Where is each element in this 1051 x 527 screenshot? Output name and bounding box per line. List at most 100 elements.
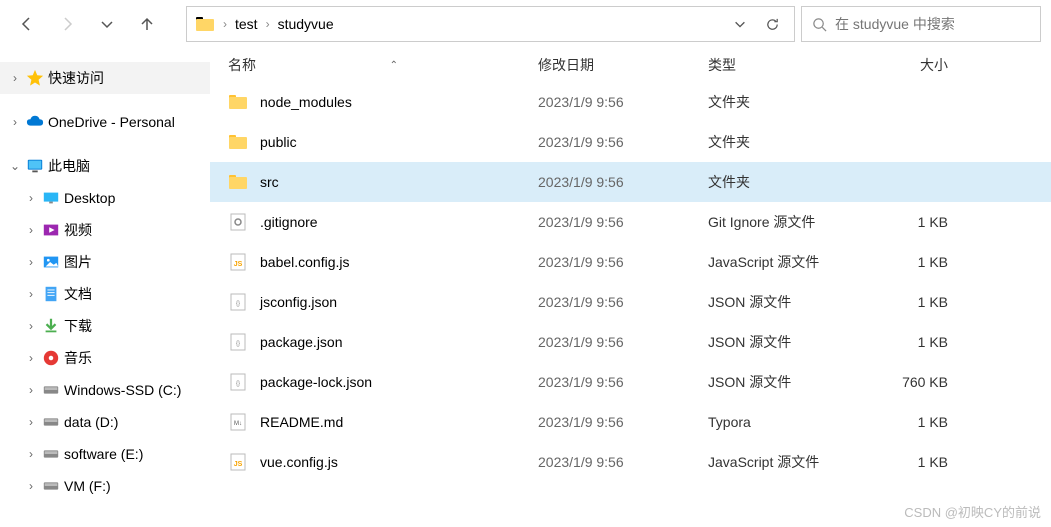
chevron-right-icon: › [24,415,38,429]
col-type[interactable]: 类型 [708,55,868,75]
chevron-right-icon: › [24,319,38,333]
file-type: JSON 源文件 [708,372,868,392]
chevron-right-icon: › [24,255,38,269]
search-box[interactable] [801,6,1041,42]
file-name: public [260,134,297,150]
chevron-right-icon: › [24,223,38,237]
file-date: 2023/1/9 9:56 [538,214,708,230]
search-icon [812,17,827,32]
forward-button[interactable] [50,7,84,41]
tree-label: data (D:) [64,414,118,430]
file-type: JavaScript 源文件 [708,452,868,472]
pictures-icon [42,253,60,271]
toolbar: › test › studyvue [0,0,1051,48]
md-icon: M↓ [228,412,248,432]
chevron-right-icon: › [8,115,22,129]
documents[interactable]: › 文档 [0,278,210,310]
file-date: 2023/1/9 9:56 [538,134,708,150]
file-list: 名称 ⌃ 修改日期 类型 大小 node_modules 2023/1/9 9:56… [210,48,1051,527]
chevron-right-icon: › [24,447,38,461]
breadcrumb-item[interactable]: studyvue [278,16,334,32]
svg-text:JS: JS [234,461,243,468]
file-date: 2023/1/9 9:56 [538,174,708,190]
file-row[interactable]: {} package-lock.json 2023/1/9 9:56JSON 源文件… [210,362,1051,402]
file-row[interactable]: node_modules 2023/1/9 9:56文件夹 [210,82,1051,122]
file-name: README.md [260,414,343,430]
monitor-icon [26,157,44,175]
file-type: 文件夹 [708,132,868,152]
drive-d[interactable]: › data (D:) [0,406,210,438]
recent-dropdown[interactable] [90,7,124,41]
music[interactable]: › 音乐 [0,342,210,374]
file-size: 1 KB [868,214,948,230]
file-date: 2023/1/9 9:56 [538,454,708,470]
js-icon: JS [228,252,248,272]
sort-caret-icon: ⌃ [390,60,398,71]
up-button[interactable] [130,7,164,41]
file-name: node_modules [260,94,352,110]
col-size[interactable]: 大小 [868,55,948,75]
drive-e[interactable]: › software (E:) [0,438,210,470]
file-date: 2023/1/9 9:56 [538,374,708,390]
file-row[interactable]: JSvue.config.js2023/1/9 9:56JavaScript 源… [210,442,1051,482]
file-row[interactable]: {}package.json2023/1/9 9:56JSON 源文件1 KB [210,322,1051,362]
breadcrumb-item[interactable]: test [235,16,258,32]
chevron-right-icon: › [223,17,227,31]
address-dropdown[interactable] [726,10,754,38]
drive-f[interactable]: › VM (F:) [0,470,210,502]
download-icon [42,317,60,335]
svg-text:{}: {} [236,381,240,387]
this-pc[interactable]: ⌄ 此电脑 [0,150,210,182]
file-name: babel.config.js [260,254,350,270]
drive-icon [42,445,60,463]
col-name[interactable]: 名称 [228,55,256,75]
nav-tree: › 快速访问 › OneDrive - Personal ⌄ 此电脑 › Des… [0,48,210,527]
quick-access[interactable]: › 快速访问 [0,62,210,94]
file-row[interactable]: JSbabel.config.js2023/1/9 9:56JavaScript… [210,242,1051,282]
tree-label: Desktop [64,190,115,206]
file-row[interactable]: {}jsconfig.json2023/1/9 9:56JSON 源文件1 KB [210,282,1051,322]
col-date[interactable]: 修改日期 [538,55,708,75]
documents-icon [42,285,60,303]
cloud-icon [26,113,44,131]
star-icon [26,69,44,87]
svg-text:JS: JS [234,261,243,268]
video-icon [42,221,60,239]
drive-icon [42,413,60,431]
onedrive[interactable]: › OneDrive - Personal [0,106,210,138]
videos[interactable]: › 视频 [0,214,210,246]
address-bar[interactable]: › test › studyvue [186,6,795,42]
file-row[interactable]: .gitignore 2023/1/9 9:56Git Ignore 源文件1 K… [210,202,1051,242]
tree-label: 下载 [64,316,92,336]
file-name: .gitignore [260,214,318,230]
tree-label: 文档 [64,284,92,304]
file-date: 2023/1/9 9:56 [538,94,708,110]
chevron-right-icon: › [24,191,38,205]
file-name: package-lock.json [260,374,372,390]
tree-label: 音乐 [64,348,92,368]
chevron-right-icon: › [266,17,270,31]
pictures[interactable]: › 图片 [0,246,210,278]
file-size: 1 KB [868,454,948,470]
back-button[interactable] [10,7,44,41]
column-headers[interactable]: 名称 ⌃ 修改日期 类型 大小 [210,48,1051,82]
file-name: jsconfig.json [260,294,337,310]
file-type: Git Ignore 源文件 [708,212,868,232]
refresh-button[interactable] [758,10,786,38]
downloads[interactable]: › 下载 [0,310,210,342]
drive-c[interactable]: › Windows-SSD (C:) [0,374,210,406]
desktop[interactable]: › Desktop [0,182,210,214]
chevron-right-icon: › [24,351,38,365]
file-row[interactable]: src2023/1/9 9:56文件夹 [210,162,1051,202]
json-icon: {} [228,292,248,312]
file-row[interactable]: M↓README.md2023/1/9 9:56Typora1 KB [210,402,1051,442]
search-input[interactable] [835,16,1030,32]
file-row[interactable]: public 2023/1/9 9:56文件夹 [210,122,1051,162]
folder-icon [228,132,248,152]
file-date: 2023/1/9 9:56 [538,414,708,430]
file-size: 1 KB [868,414,948,430]
tree-label: 图片 [64,252,92,272]
file-type: 文件夹 [708,172,868,192]
folder-icon [195,14,215,34]
file-type: 文件夹 [708,92,868,112]
